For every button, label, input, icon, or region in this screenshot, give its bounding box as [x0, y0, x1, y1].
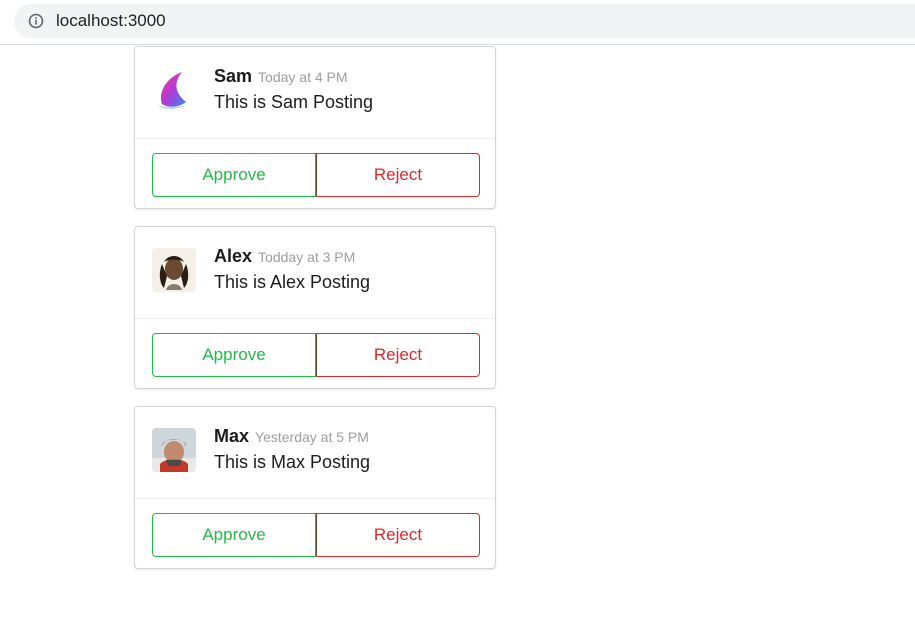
post-card: Max Yesterday at 5 PM This is Max Posting… [134, 406, 496, 569]
button-group: Approve Reject [152, 513, 480, 557]
post-time: Yesterday at 5 PM [255, 429, 369, 445]
card-divider [135, 138, 495, 139]
reject-button[interactable]: Reject [316, 333, 480, 377]
portrait-photo-icon [152, 428, 196, 472]
card-content: Sam Today at 4 PM This is Sam Posting [135, 47, 495, 138]
post-time: Today at 4 PM [258, 69, 348, 85]
browser-address-bar: localhost:3000 [0, 0, 915, 45]
author-line: Sam Today at 4 PM [214, 66, 348, 87]
post-text: This is Alex Posting [214, 272, 371, 292]
author-name[interactable]: Max [214, 426, 249, 446]
post-text: This is Max Posting [214, 452, 371, 472]
omnibox[interactable]: localhost:3000 [14, 4, 915, 38]
author-line: Max Yesterday at 5 PM [214, 426, 369, 447]
avatar [152, 428, 196, 472]
avatar [152, 68, 196, 112]
author-name[interactable]: Sam [214, 66, 252, 86]
card-divider [135, 318, 495, 319]
approve-button[interactable]: Approve [152, 153, 316, 197]
approve-button[interactable]: Approve [152, 513, 316, 557]
portrait-photo-icon [152, 248, 196, 292]
approve-button[interactable]: Approve [152, 333, 316, 377]
reject-button[interactable]: Reject [316, 153, 480, 197]
card-content: Max Yesterday at 5 PM This is Max Posting [135, 407, 495, 498]
post-text: This is Sam Posting [214, 92, 374, 112]
post-time: Todday at 3 PM [258, 249, 356, 265]
author-line: Alex Todday at 3 PM [214, 246, 355, 267]
post-card: Sam Today at 4 PM This is Sam Posting App… [134, 46, 496, 209]
card-divider [135, 498, 495, 499]
post-card: Alex Todday at 3 PM This is Alex Posting … [134, 226, 496, 389]
reject-button[interactable]: Reject [316, 513, 480, 557]
url-text[interactable]: localhost:3000 [56, 11, 166, 31]
avatar [152, 248, 196, 292]
card-content: Alex Todday at 3 PM This is Alex Posting [135, 227, 495, 318]
button-group: Approve Reject [152, 153, 480, 197]
gradient-wing-logo-icon [158, 72, 188, 109]
info-icon[interactable] [28, 13, 44, 29]
author-name[interactable]: Alex [214, 246, 252, 266]
button-group: Approve Reject [152, 333, 480, 377]
